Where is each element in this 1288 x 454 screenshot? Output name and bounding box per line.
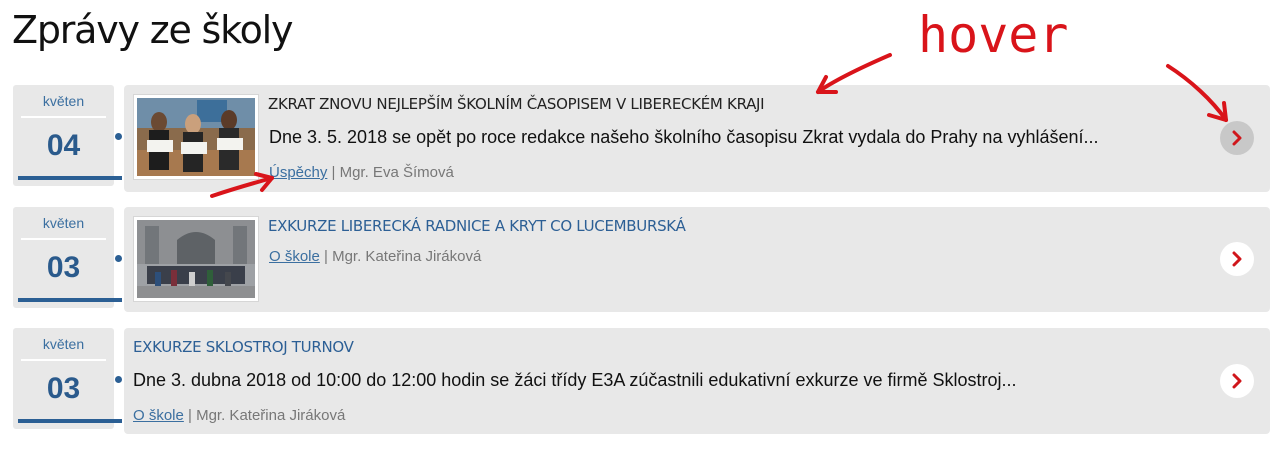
date-day: 04: [46, 129, 81, 162]
news-excerpt: Dne 3. dubna 2018 od 10:00 do 12:00 hodi…: [133, 370, 1017, 390]
date-day: 03: [46, 251, 81, 284]
news-title-link[interactable]: EXKURZE LIBERECKÁ RADNICE A KRYT CO LUCE…: [268, 217, 686, 235]
category-link[interactable]: O škole: [269, 248, 320, 265]
date-separator: [21, 116, 106, 118]
photo-students-with-diplomas-image: [137, 98, 255, 176]
news-card[interactable]: EXKURZE SKLOSTROJ TURNOV Dne 3. dubna 20…: [124, 328, 1270, 434]
timeline-dot: [115, 255, 122, 262]
author-name: Mgr. Kateřina Jiráková: [332, 248, 482, 265]
news-card[interactable]: ZKRAT ZNOVU NEJLEPŠÍM ŠKOLNÍM ČASOPISEM …: [124, 85, 1270, 192]
date-separator: [21, 238, 106, 240]
date-separator: [21, 359, 106, 361]
news-card[interactable]: EXKURZE LIBERECKÁ RADNICE A KRYT CO LUCE…: [124, 207, 1270, 312]
news-title-link[interactable]: EXKURZE SKLOSTROJ TURNOV: [133, 338, 354, 356]
annotation-hover-label: hover: [918, 6, 1069, 64]
date-accent-bar: [18, 298, 122, 302]
news-meta: O škole | Mgr. Kateřina Jiráková: [269, 248, 481, 265]
date-month: květen: [42, 93, 85, 109]
chevron-right-icon: [1232, 373, 1242, 389]
news-thumbnail[interactable]: [133, 216, 259, 302]
date-accent-bar: [18, 419, 122, 423]
timeline-dot: [115, 133, 122, 140]
news-thumbnail[interactable]: [133, 94, 259, 180]
news-item: květen 03 EXKURZE LIBERECKÁ RADNICE A KR…: [13, 207, 1270, 312]
chevron-right-icon: [1232, 130, 1242, 146]
read-more-button[interactable]: [1220, 242, 1254, 276]
read-more-button[interactable]: [1220, 121, 1254, 155]
read-more-button[interactable]: [1220, 364, 1254, 398]
category-link[interactable]: Úspěchy: [269, 164, 327, 181]
timeline-dot: [115, 376, 122, 383]
date-day: 03: [46, 372, 81, 405]
category-link[interactable]: O škole: [133, 407, 184, 424]
news-title-link[interactable]: ZKRAT ZNOVU NEJLEPŠÍM ŠKOLNÍM ČASOPISEM …: [268, 95, 765, 113]
author-name: Mgr. Kateřina Jiráková: [196, 407, 346, 424]
page-title: Zprávy ze školy: [12, 8, 293, 52]
news-excerpt: Dne 3. 5. 2018 se opět po roce redakce n…: [269, 127, 1099, 147]
date-accent-bar: [18, 176, 122, 180]
date-month: květen: [42, 336, 85, 352]
meta-separator: |: [319, 248, 333, 265]
date-badge: květen 04: [13, 85, 122, 186]
chevron-right-icon: [1232, 251, 1242, 267]
meta-separator: |: [327, 164, 340, 181]
date-badge: květen 03: [13, 328, 122, 429]
author-name: Mgr. Eva Šímová: [339, 164, 454, 181]
date-month: květen: [42, 215, 85, 231]
photo-group-at-town-hall-image: [137, 220, 255, 298]
news-meta: Úspěchy | Mgr. Eva Šímová: [269, 164, 454, 181]
news-meta: O škole | Mgr. Kateřina Jiráková: [133, 407, 345, 424]
date-badge: květen 03: [13, 207, 122, 308]
news-item: květen 03 EXKURZE SKLOSTROJ TURNOV Dne 3…: [13, 328, 1270, 434]
news-item: květen 04 ZKRAT ZNOVU NEJLEPŠÍM ŠKOLNÍM …: [13, 85, 1270, 192]
meta-separator: |: [183, 407, 197, 424]
